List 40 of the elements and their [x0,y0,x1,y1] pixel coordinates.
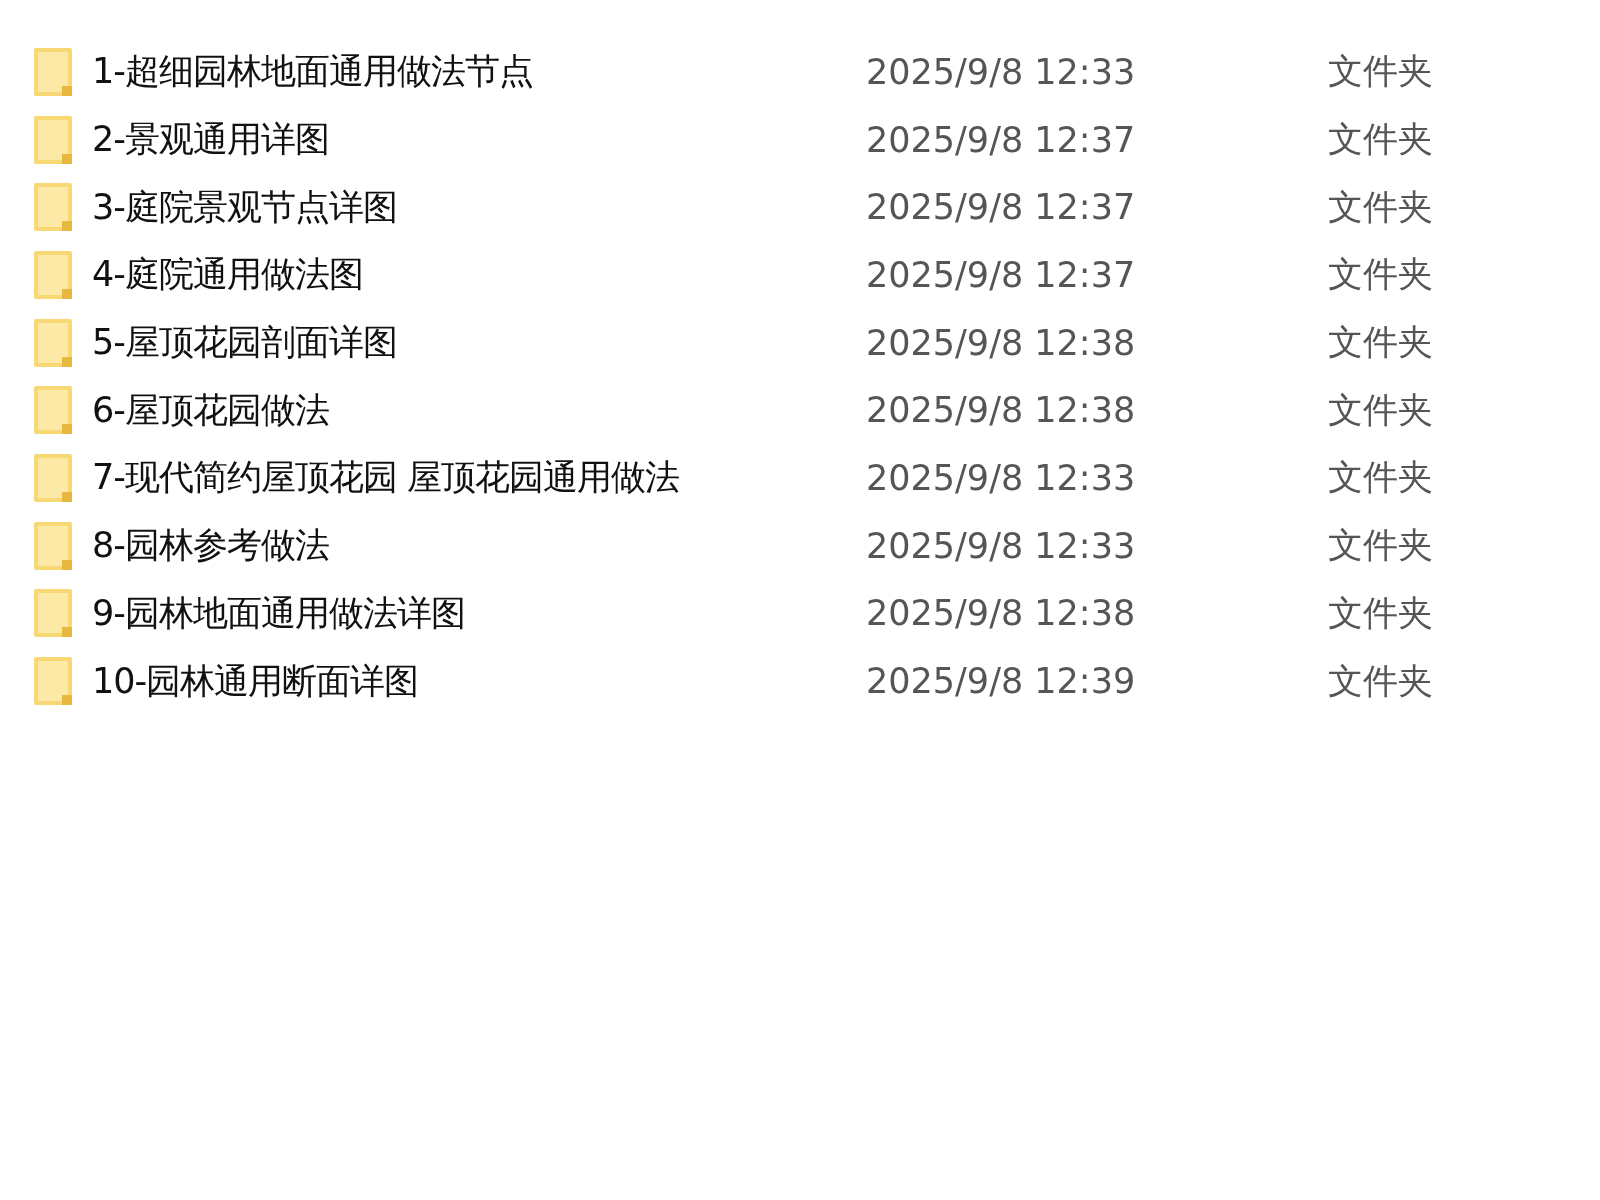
folder-icon [32,655,74,708]
modified-date: 2025/9/8 12:38 [866,593,1137,634]
file-type: 文件夹 [1328,388,1434,432]
modified-date: 2025/9/8 12:37 [866,254,1137,295]
file-type: 文件夹 [1328,253,1434,297]
modified-date: 2025/9/8 12:33 [866,525,1137,566]
folder-icon [32,384,74,437]
folder-icon [32,587,74,640]
file-type: 文件夹 [1328,118,1434,162]
folder-name[interactable]: 4-庭院通用做法图 [92,251,866,299]
file-type: 文件夹 [1328,524,1434,568]
modified-date: 2025/9/8 12:37 [866,187,1137,228]
folder-name[interactable]: 3-庭院景观节点详图 [92,183,866,231]
folder-icon [32,113,74,166]
file-type: 文件夹 [1328,659,1434,703]
file-type: 文件夹 [1328,591,1434,635]
folder-icon [32,45,74,98]
folder-name[interactable]: 7-现代简约屋顶花园 屋顶花园通用做法 [92,454,866,502]
modified-date: 2025/9/8 12:38 [866,390,1137,431]
modified-date: 2025/9/8 12:39 [866,661,1137,702]
folder-name[interactable]: 9-园林地面通用做法详图 [92,589,866,637]
folder-name[interactable]: 5-屋顶花园剖面详图 [92,319,866,367]
file-type: 文件夹 [1328,50,1434,94]
folder-icon [32,451,74,504]
modified-date: 2025/9/8 12:38 [866,322,1137,363]
folder-icon [32,248,74,301]
file-type: 文件夹 [1328,185,1434,229]
folder-name[interactable]: 1-超细园林地面通用做法节点 [92,48,866,96]
file-type: 文件夹 [1328,456,1434,500]
folder-name[interactable]: 6-屋顶花园做法 [92,386,866,434]
modified-date: 2025/9/8 12:33 [866,457,1137,498]
modified-date: 2025/9/8 12:33 [866,51,1137,92]
modified-date: 2025/9/8 12:37 [866,119,1137,160]
folder-icon [32,519,74,572]
file-type: 文件夹 [1328,321,1434,365]
folder-icon [32,316,74,369]
folder-name[interactable]: 8-园林参考做法 [92,522,866,570]
folder-name[interactable]: 2-景观通用详图 [92,116,866,164]
folder-name[interactable]: 10-园林通用断面详图 [92,657,866,705]
folder-icon [32,181,74,234]
